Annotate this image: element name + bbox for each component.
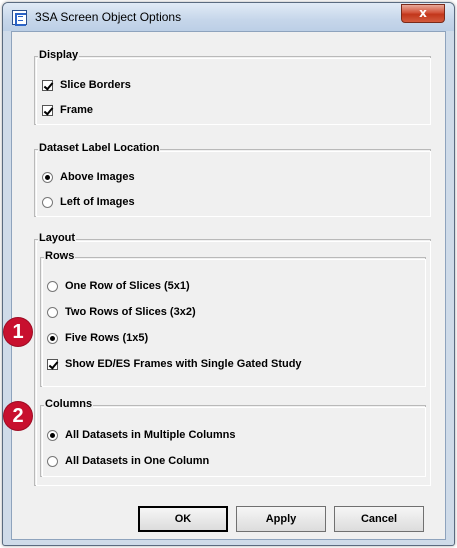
five-rows-label: Five Rows (1x5) xyxy=(65,332,149,344)
show-ed-es-checkbox[interactable]: Show ED/ES Frames with Single Gated Stud… xyxy=(47,356,302,372)
annotation-marker-1: 1 xyxy=(4,318,32,346)
rows-group: Rows One Row of Slices (5x1) Two Rows of… xyxy=(40,250,426,387)
frame-checkbox[interactable]: Frame xyxy=(42,102,93,118)
rows-legend: Rows xyxy=(44,250,76,262)
left-of-images-radio[interactable]: Left of Images xyxy=(42,194,135,210)
one-row-radio[interactable]: One Row of Slices (5x1) xyxy=(47,278,190,294)
radio-circle[interactable] xyxy=(47,455,58,467)
window-title: 3SA Screen Object Options xyxy=(35,10,182,24)
show-ed-es-label: Show ED/ES Frames with Single Gated Stud… xyxy=(65,358,302,370)
radio-circle[interactable] xyxy=(42,171,53,183)
one-row-label: One Row of Slices (5x1) xyxy=(65,280,190,292)
two-rows-radio[interactable]: Two Rows of Slices (3x2) xyxy=(47,304,196,320)
frame-label: Frame xyxy=(60,104,94,116)
multiple-columns-label: All Datasets in Multiple Columns xyxy=(65,429,236,441)
layout-group: Layout Rows One Row of Slices (5x1) Two … xyxy=(34,232,431,486)
above-images-label: Above Images xyxy=(60,171,135,183)
columns-group: Columns All Datasets in Multiple Columns… xyxy=(40,398,426,477)
dialog-body: Display Slice Borders Frame Dataset Labe… xyxy=(11,31,446,540)
five-rows-radio[interactable]: Five Rows (1x5) xyxy=(47,330,148,346)
radio-circle[interactable] xyxy=(47,429,58,441)
radio-circle[interactable] xyxy=(42,196,53,208)
columns-legend: Columns xyxy=(44,398,94,410)
title-bar[interactable]: 3SA Screen Object Options x xyxy=(3,3,454,31)
left-of-images-label: Left of Images xyxy=(60,196,135,208)
close-button[interactable]: x xyxy=(401,4,445,23)
display-group: Display Slice Borders Frame xyxy=(34,49,431,125)
radio-circle[interactable] xyxy=(47,332,58,344)
checkbox-box[interactable] xyxy=(42,79,53,91)
dataset-label-location-legend: Dataset Label Location xyxy=(38,142,161,154)
apply-button[interactable]: Apply xyxy=(236,506,326,532)
display-legend: Display xyxy=(38,49,80,61)
checkbox-box[interactable] xyxy=(42,104,53,116)
checkbox-box[interactable] xyxy=(47,358,58,370)
cancel-button[interactable]: Cancel xyxy=(334,506,424,532)
radio-circle[interactable] xyxy=(47,280,58,292)
multiple-columns-radio[interactable]: All Datasets in Multiple Columns xyxy=(47,427,236,443)
app-icon xyxy=(12,10,27,26)
radio-circle[interactable] xyxy=(47,306,58,318)
dataset-label-location-group: Dataset Label Location Above Images Left… xyxy=(34,142,431,217)
two-rows-label: Two Rows of Slices (3x2) xyxy=(65,306,196,318)
layout-legend: Layout xyxy=(38,232,77,244)
ok-button[interactable]: OK xyxy=(138,506,228,532)
annotation-marker-2: 2 xyxy=(4,402,32,430)
one-column-label: All Datasets in One Column xyxy=(65,455,210,467)
above-images-radio[interactable]: Above Images xyxy=(42,169,135,185)
slice-borders-checkbox[interactable]: Slice Borders xyxy=(42,77,131,93)
slice-borders-label: Slice Borders xyxy=(60,79,131,91)
dialog-window: 3SA Screen Object Options x Display Slic… xyxy=(2,2,455,546)
one-column-radio[interactable]: All Datasets in One Column xyxy=(47,453,209,469)
